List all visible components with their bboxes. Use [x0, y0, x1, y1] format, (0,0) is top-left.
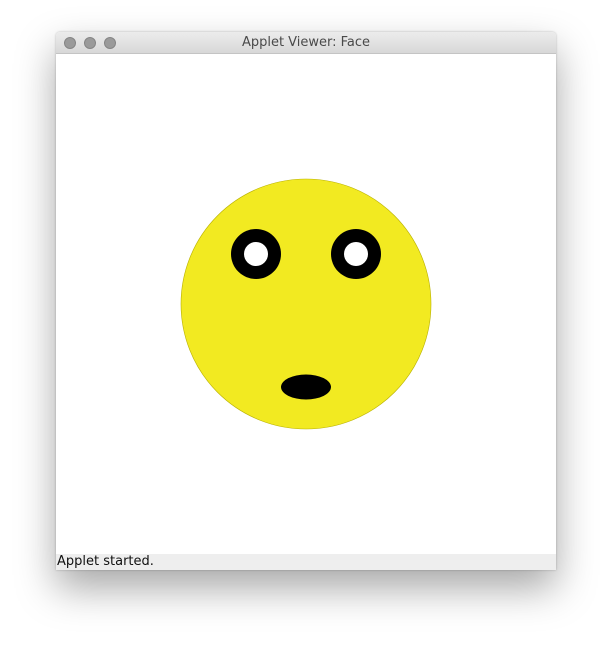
status-bar: Applet started.	[56, 554, 556, 570]
applet-canvas	[56, 54, 556, 554]
title-bar[interactable]: Applet Viewer: Face	[56, 32, 556, 54]
mouth	[281, 374, 331, 400]
window-title: Applet Viewer: Face	[241, 35, 371, 50]
status-text: Applet started.	[57, 554, 154, 569]
applet-viewer-window: Applet Viewer: Face Applet started.	[56, 32, 556, 570]
left-pupil	[244, 242, 268, 266]
face-drawing	[180, 178, 432, 430]
right-pupil	[344, 242, 368, 266]
